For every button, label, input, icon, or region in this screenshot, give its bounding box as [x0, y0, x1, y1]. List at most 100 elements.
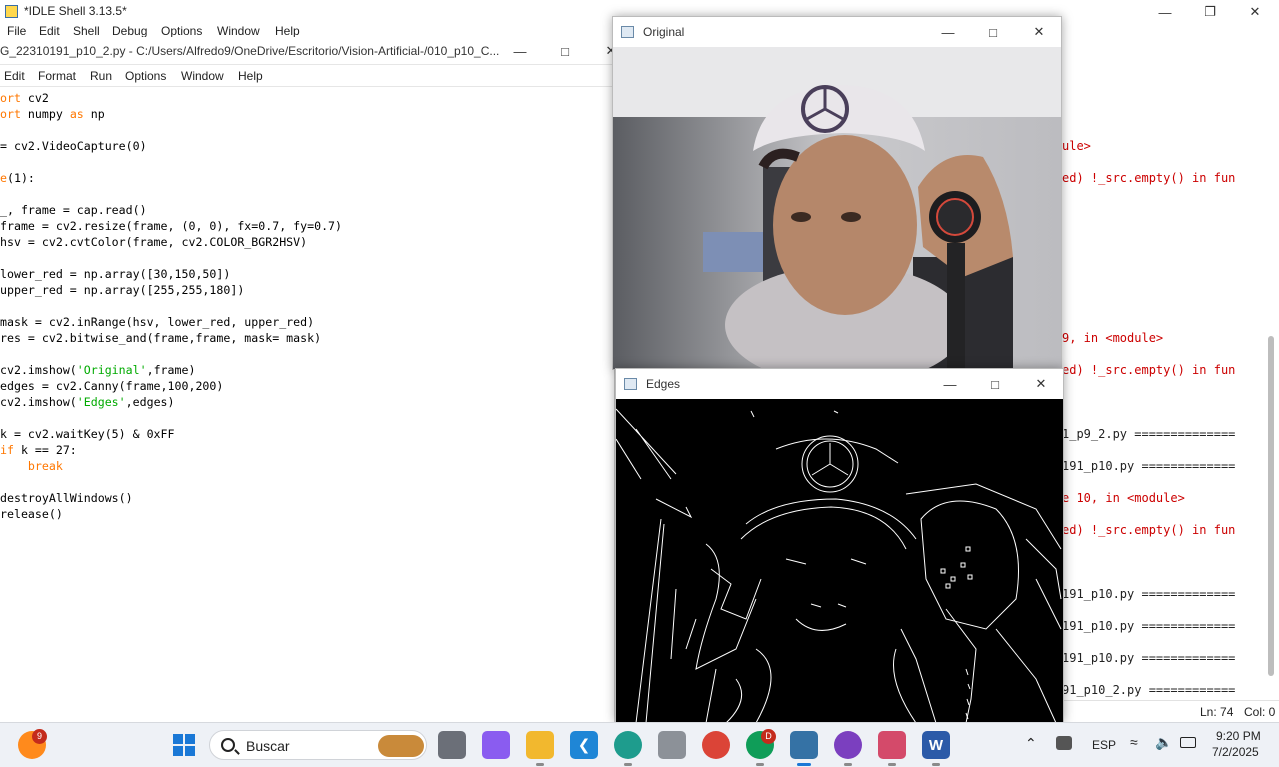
- code-token: (1):: [6, 171, 35, 185]
- battery-icon[interactable]: [1180, 737, 1196, 748]
- wifi-icon[interactable]: ≈: [1130, 734, 1138, 750]
- code-token: upper_red = np.array([255,255,180]): [0, 283, 245, 297]
- shell-output-line: 191_p10.py =============: [1062, 587, 1236, 601]
- original-window: Original — □ ✕: [612, 16, 1062, 370]
- shell-close-button[interactable]: ✕: [1232, 0, 1278, 24]
- editor-titlebar[interactable]: G_22310191_p10_2.py - C:/Users/Alfredo9/…: [0, 37, 616, 65]
- edges-titlebar[interactable]: Edges — □ ✕: [616, 369, 1063, 399]
- edges-maximize-button[interactable]: □: [972, 372, 1018, 396]
- shell-scrollbar[interactable]: [1268, 336, 1274, 676]
- shell-menu-edit[interactable]: Edit: [39, 24, 60, 38]
- snipping-tool-icon[interactable]: [878, 731, 906, 759]
- code-line: break: [0, 458, 63, 474]
- original-maximize-button[interactable]: □: [970, 20, 1016, 44]
- code-editor[interactable]: ort cv2 ort numpy as np = cv2.VideoCapture…: [0, 88, 612, 722]
- taskbar: 9 Buscar ❮ D W ⌃ ESP ≈ 🔈 9:20 PM 7/2/202…: [0, 722, 1279, 767]
- webcam-image: [613, 47, 1061, 369]
- edges-image: [616, 399, 1063, 723]
- taskbar-search-box[interactable]: Buscar: [209, 730, 427, 760]
- code-line: if k == 27:: [0, 442, 77, 458]
- code-token: numpy: [20, 107, 70, 121]
- shell-output-line: 9, in <module>: [1062, 331, 1164, 345]
- volume-icon[interactable]: 🔈: [1155, 734, 1172, 751]
- shell-menu-window[interactable]: Window: [217, 24, 260, 38]
- original-minimize-button[interactable]: —: [925, 20, 971, 44]
- start-windows-icon[interactable]: [170, 731, 198, 759]
- code-token: cv2.imshow(: [0, 363, 77, 377]
- code-line: frame = cv2.resize(frame, (0, 0), fx=0.7…: [0, 218, 342, 234]
- shell-menu-debug[interactable]: Debug: [112, 24, 147, 38]
- editor-minimize-button[interactable]: —: [497, 39, 543, 63]
- code-line: cv2.imshow('Edges',edges): [0, 394, 175, 410]
- clock-date[interactable]: 7/2/2025: [1212, 745, 1259, 759]
- virtualbox-icon[interactable]: [658, 731, 686, 759]
- shell-restore-button[interactable]: ❐: [1187, 0, 1233, 24]
- running-indicator: [888, 763, 896, 766]
- editor-menubar: Edit Format Run Options Window Help: [0, 65, 615, 87]
- shell-output-line: e 10, in <module>: [1062, 491, 1185, 505]
- shell-menu-options[interactable]: Options: [161, 24, 202, 38]
- code-token: _, frame = cap.read(): [0, 203, 147, 217]
- shell-output-line: 1_p9_2.py ==============: [1062, 427, 1236, 441]
- code-token: 'Edges': [76, 395, 126, 409]
- editor-menu-format[interactable]: Format: [38, 69, 76, 83]
- editor-menu-options[interactable]: Options: [125, 69, 166, 83]
- editor-title: G_22310191_p10_2.py - C:/Users/Alfredo9/…: [0, 44, 500, 58]
- code-token: mask = cv2.inRange(hsv, lower_red, upper…: [0, 315, 315, 329]
- code-token: = cv2.VideoCapture(0): [0, 139, 147, 153]
- code-line: lower_red = np.array([30,150,50]): [0, 266, 230, 282]
- code-token: lower_red = np.array([30,150,50]): [0, 267, 231, 281]
- onedrive-icon[interactable]: [1056, 736, 1072, 750]
- vscode-icon[interactable]: ❮: [570, 731, 598, 759]
- editor-menu-edit[interactable]: Edit: [4, 69, 25, 83]
- window-app-icon: [621, 26, 634, 38]
- shell-menu-file[interactable]: File: [7, 24, 26, 38]
- search-placeholder: Buscar: [246, 738, 290, 754]
- shell-output[interactable]: ule> ed) !_src.empty() in fun 9, in <mod…: [1062, 40, 1272, 700]
- github-desktop-icon[interactable]: [834, 731, 862, 759]
- code-token: destroyAllWindows(): [0, 491, 133, 505]
- code-line: = cv2.VideoCapture(0): [0, 138, 147, 154]
- editor-maximize-button[interactable]: □: [542, 39, 588, 63]
- shell-menu-shell[interactable]: Shell: [73, 24, 100, 38]
- original-titlebar[interactable]: Original — □ ✕: [613, 17, 1061, 47]
- word-icon[interactable]: W: [922, 731, 950, 759]
- code-line: cv2.imshow('Original',frame): [0, 362, 195, 378]
- idle-python-icon[interactable]: [790, 731, 818, 759]
- original-close-button[interactable]: ✕: [1016, 20, 1062, 44]
- edges-minimize-button[interactable]: —: [927, 372, 973, 396]
- code-token: frame = cv2.resize(frame, (0, 0), fx=0.7…: [0, 219, 343, 233]
- copilot-icon[interactable]: [482, 731, 510, 759]
- editor-window: G_22310191_p10_2.py - C:/Users/Alfredo9/…: [0, 37, 616, 722]
- clock-time[interactable]: 9:20 PM: [1216, 729, 1261, 743]
- code-token: e: [0, 171, 7, 185]
- shell-minimize-button[interactable]: —: [1142, 0, 1188, 24]
- code-token: res = cv2.bitwise_and(frame,frame, mask=…: [0, 331, 322, 345]
- file-explorer-icon[interactable]: [526, 731, 554, 759]
- running-indicator: [844, 763, 852, 766]
- code-line: k = cv2.waitKey(5) & 0xFF: [0, 426, 175, 442]
- code-line: upper_red = np.array([255,255,180]): [0, 282, 244, 298]
- code-line: ort cv2: [0, 90, 49, 106]
- code-token: release(): [0, 507, 63, 521]
- code-line: release(): [0, 506, 63, 522]
- code-line: destroyAllWindows(): [0, 490, 133, 506]
- chevron-up-icon[interactable]: ⌃: [1025, 735, 1037, 752]
- code-line: res = cv2.bitwise_and(frame,frame, mask=…: [0, 330, 321, 346]
- shell-title: *IDLE Shell 3.13.5*: [24, 4, 127, 18]
- editor-menu-run[interactable]: Run: [90, 69, 112, 83]
- edges-close-button[interactable]: ✕: [1018, 372, 1064, 396]
- edges-window: Edges — □ ✕: [615, 368, 1064, 723]
- code-line: mask = cv2.inRange(hsv, lower_red, upper…: [0, 314, 314, 330]
- code-token: ort: [0, 107, 21, 121]
- chrome-icon[interactable]: [702, 731, 730, 759]
- editor-menu-window[interactable]: Window: [181, 69, 224, 83]
- language-indicator[interactable]: ESP: [1092, 738, 1116, 752]
- code-line: _, frame = cap.read(): [0, 202, 147, 218]
- shell-menu-help[interactable]: Help: [275, 24, 300, 38]
- edge-browser-icon[interactable]: [614, 731, 642, 759]
- task-view-icon[interactable]: [438, 731, 466, 759]
- active-indicator: [797, 763, 811, 766]
- editor-menu-help[interactable]: Help: [238, 69, 263, 83]
